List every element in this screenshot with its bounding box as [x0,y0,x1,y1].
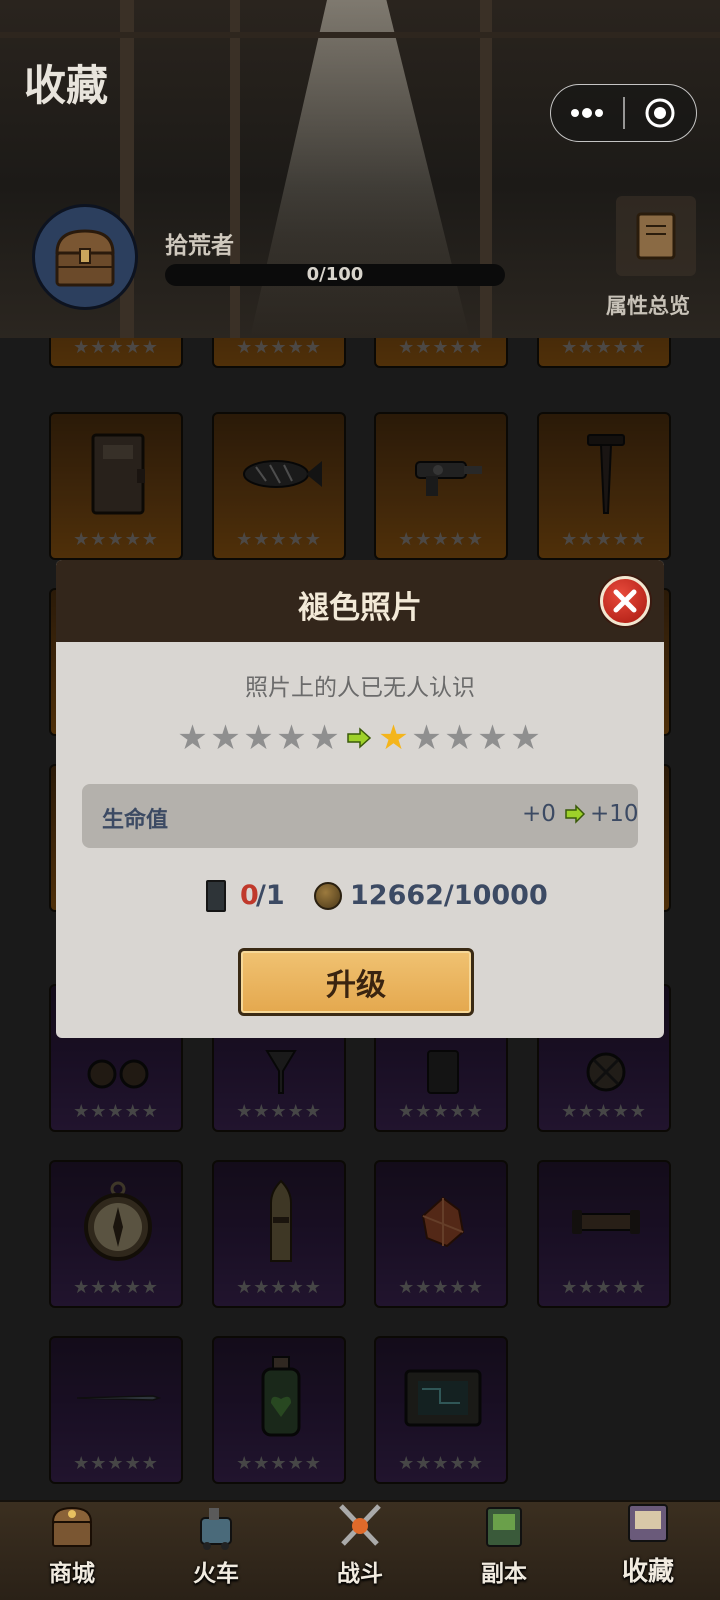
rank-progress-bar: 0/100 [165,264,505,286]
tab-label: 火车 [193,1561,239,1587]
rank-name: 拾荒者 [165,233,234,259]
coin-cost: 12662/10000 [350,880,548,911]
tab-label: 副本 [481,1561,527,1587]
star-icon: ★ [411,718,442,758]
fragment-required: /1 [256,880,285,911]
upgrade-dialog: 褪色照片 照片上的人已无人认识 ★ ★ ★ ★ ★ ★ ★ ★ ★ ★ 生命值 … [56,560,664,1038]
upgrade-button[interactable]: 升级 [238,948,474,1016]
crossed-swords-icon [333,1500,387,1552]
collection-book-icon [621,1497,675,1549]
star-icon: ★ [309,718,340,758]
star-icon: ★ [177,718,208,758]
map-book-icon [477,1500,531,1552]
mini-program-capsule [550,84,697,142]
tab-shop[interactable]: 商城 [0,1502,144,1600]
attribute-book-icon[interactable] [616,196,696,276]
stat-change-row: 生命值 +0 +10 [82,784,639,848]
train-icon [189,1500,243,1552]
tab-label: 战斗 [337,1561,383,1587]
star-icon: ★ [210,718,241,758]
item-description: 照片上的人已无人认识 [245,675,475,701]
treasure-chest-icon[interactable] [32,204,138,310]
star-icon: ★ [276,718,307,758]
star-upgrade-preview: ★ ★ ★ ★ ★ ★ ★ ★ ★ ★ [176,718,542,758]
tab-collection[interactable]: 收藏 [576,1502,720,1600]
star-icon: ★ [477,718,508,758]
target-circle-icon[interactable] [625,85,697,141]
more-dots-icon[interactable] [551,85,623,141]
upgrade-cost: 0 /1 12662/10000 [56,878,664,918]
dialog-header: 褪色照片 [56,560,664,642]
page-title: 收藏 [24,61,109,110]
tab-battle[interactable]: 战斗 [288,1502,432,1600]
arrow-right-icon [345,726,373,750]
photo-fragment-icon [206,880,226,912]
stat-name: 生命值 [102,808,169,833]
attribute-overview-label[interactable]: 属性总览 [606,290,690,320]
wood-beam [0,32,720,38]
upgrade-button-label: 升级 [326,968,386,1003]
coin-icon [314,882,342,910]
star-filled-icon: ★ [378,718,409,758]
light-beam [250,0,470,338]
star-icon: ★ [243,718,274,758]
star-icon: ★ [444,718,475,758]
tab-label: 商城 [49,1561,95,1587]
tab-dungeon[interactable]: 副本 [432,1502,576,1600]
tab-train[interactable]: 火车 [144,1502,288,1600]
bottom-nav: 商城 火车 战斗 副本 收藏 [0,1500,720,1600]
arrow-right-icon [564,804,586,828]
wood-beam [230,0,240,338]
tab-label: 收藏 [621,1557,674,1587]
stat-from-value: +0 [522,801,556,827]
star-icon: ★ [510,718,541,758]
collection-header: 收藏 拾荒者 0/100 属性总览 [0,0,720,338]
wood-beam [480,0,492,338]
item-name: 褪色照片 [298,590,422,626]
rank-progress-text: 0/100 [306,264,364,285]
treasure-chest-icon [45,1500,99,1552]
close-icon[interactable] [600,576,650,626]
stat-to-value: +10 [590,801,639,827]
